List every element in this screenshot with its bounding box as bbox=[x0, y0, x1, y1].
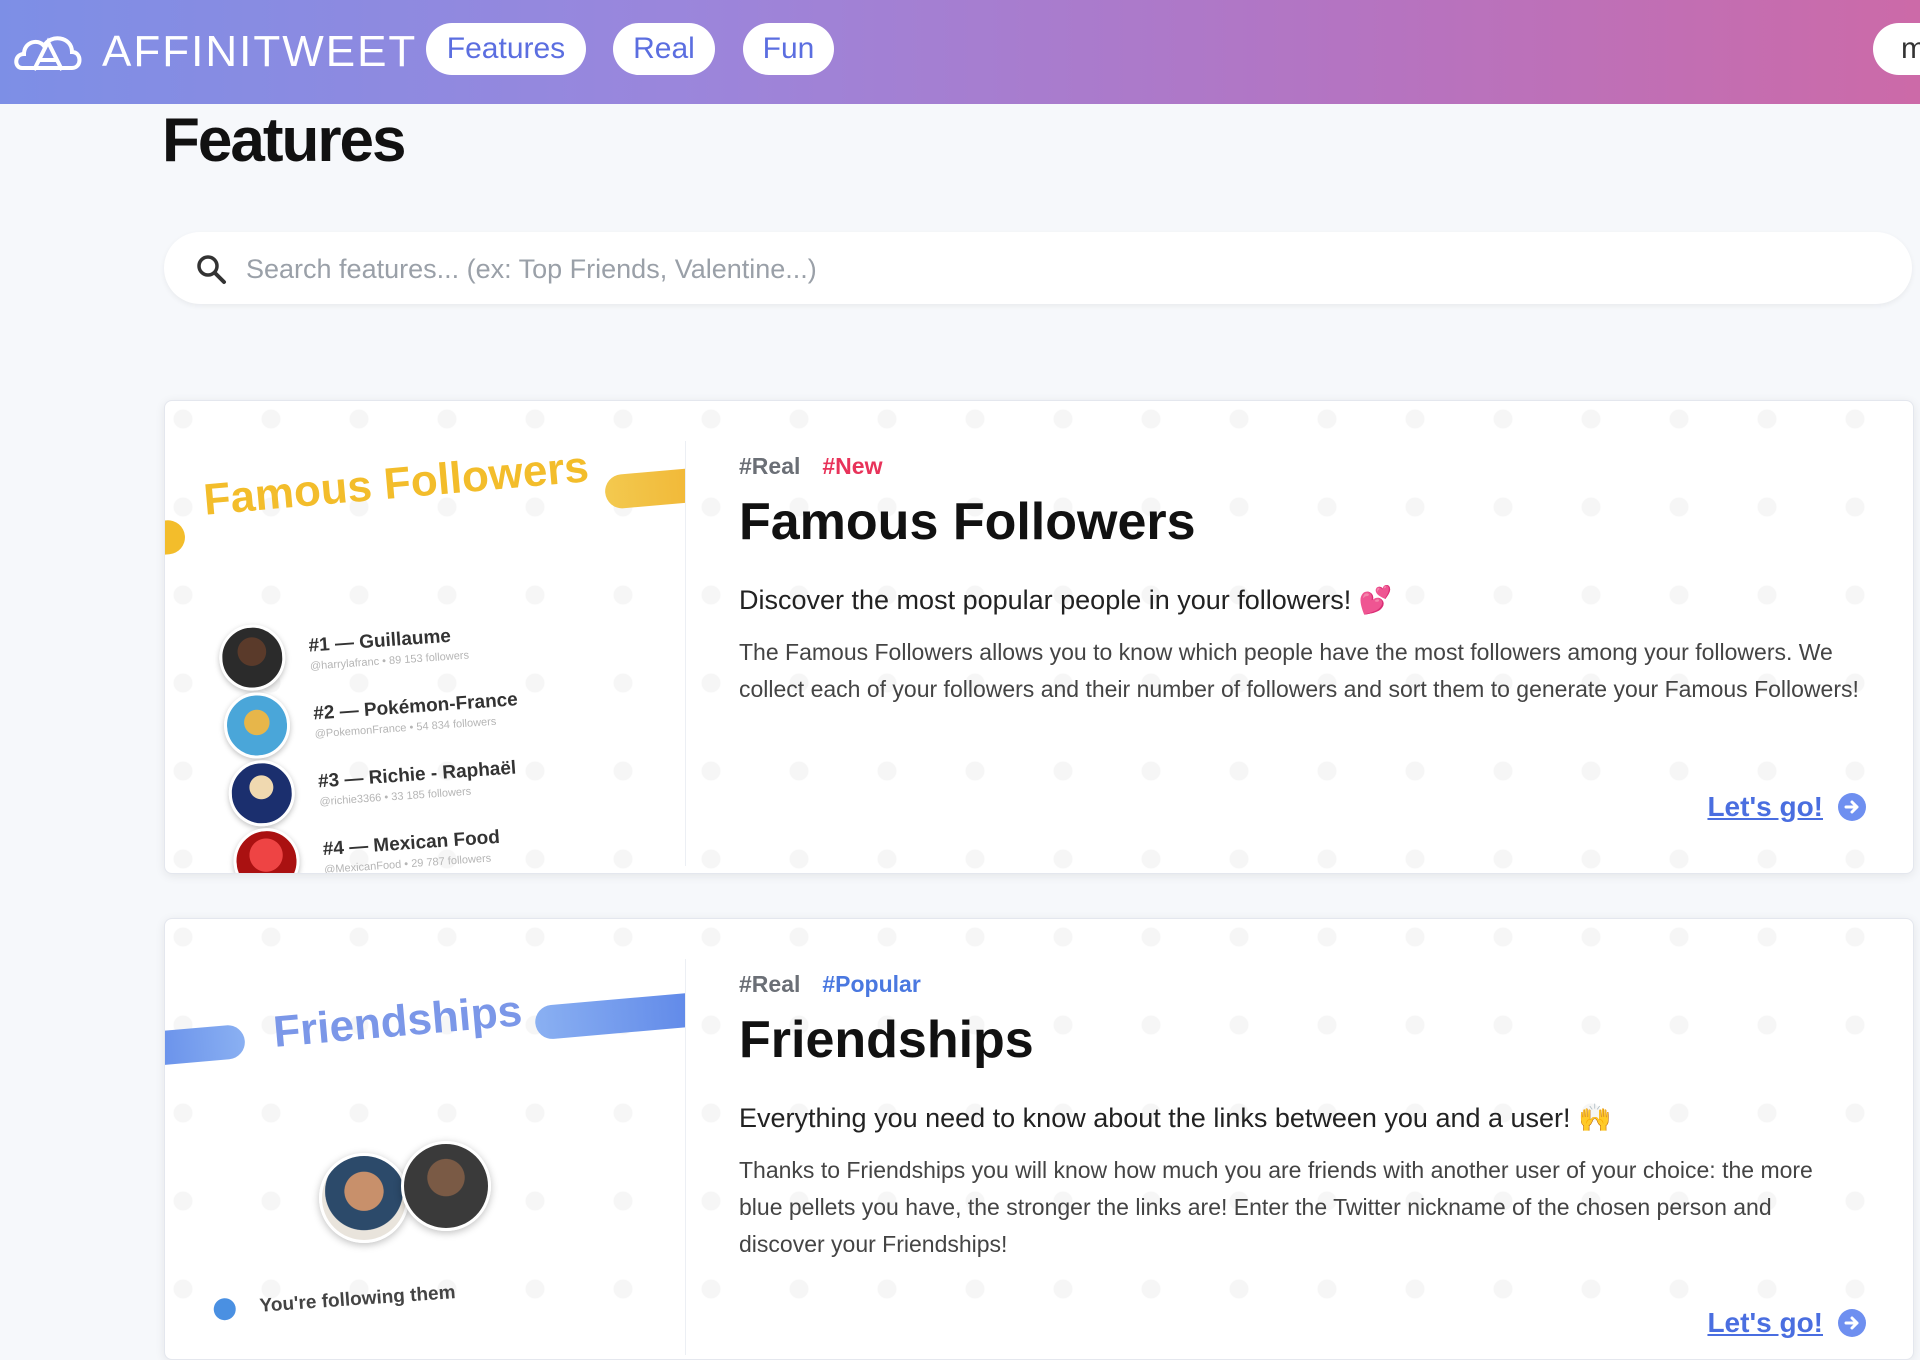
feature-thumbnail: Friendships You're following them bbox=[165, 919, 685, 1359]
nav-features[interactable]: Features bbox=[426, 23, 586, 75]
arrow-right-circle-icon[interactable] bbox=[1837, 1308, 1867, 1338]
feature-description: The Famous Followers allows you to know … bbox=[739, 639, 1859, 702]
feature-subtitle: Discover the most popular people in your… bbox=[739, 585, 1393, 615]
tag-new[interactable]: #New bbox=[822, 453, 882, 480]
search-bar bbox=[164, 232, 1912, 304]
avatar bbox=[231, 825, 302, 873]
divider bbox=[685, 441, 686, 866]
tag-list: #Real #New bbox=[739, 453, 1859, 480]
decor-bar bbox=[533, 991, 685, 1041]
tag-real[interactable]: #Real bbox=[739, 971, 800, 998]
friend-status-text: You're following them bbox=[258, 1282, 457, 1317]
nav-fun[interactable]: Fun bbox=[743, 23, 834, 75]
nav-extra-partial[interactable]: m bbox=[1873, 23, 1920, 75]
avatar bbox=[226, 758, 297, 829]
feature-card-famous-followers[interactable]: Famous Followers #1 — Guillaume @harryla… bbox=[164, 400, 1914, 874]
feature-card-friendships[interactable]: Friendships You're following them #Real … bbox=[164, 918, 1914, 1360]
blue-pellet-icon bbox=[213, 1297, 237, 1321]
top-navbar: AFFINITWEET Features Real Fun m bbox=[0, 0, 1920, 104]
thumbnail-title: Friendships bbox=[271, 986, 524, 1057]
brand-name: AFFINITWEET bbox=[102, 27, 418, 76]
feature-subtitle: Everything you need to know about the li… bbox=[739, 1103, 1612, 1133]
tag-list: #Real #Popular bbox=[739, 971, 1859, 998]
nav-real[interactable]: Real bbox=[613, 23, 715, 75]
avatar bbox=[217, 622, 288, 693]
logo-icon bbox=[14, 36, 82, 71]
tag-popular[interactable]: #Popular bbox=[822, 971, 920, 998]
decor-bar bbox=[165, 1023, 247, 1069]
search-input[interactable] bbox=[244, 242, 1868, 296]
feature-content: #Real #Popular Friendships Everything yo… bbox=[739, 971, 1859, 1263]
feature-thumbnail: Famous Followers #1 — Guillaume @harryla… bbox=[165, 401, 685, 873]
arrow-right-circle-icon[interactable] bbox=[1837, 792, 1867, 822]
lets-go-button[interactable]: Let's go! bbox=[1707, 1307, 1867, 1339]
page-title: Features bbox=[162, 106, 406, 175]
follower-list: #1 — Guillaume @harrylafranc • 89 153 fo… bbox=[217, 605, 530, 873]
tag-real[interactable]: #Real bbox=[739, 453, 800, 480]
search-icon bbox=[197, 255, 226, 284]
feature-description: Thanks to Friendships you will know how … bbox=[739, 1157, 1813, 1257]
feature-title: Famous Followers bbox=[739, 493, 1196, 551]
feature-content: #Real #New Famous Followers Discover the… bbox=[739, 453, 1859, 708]
friend-status: You're following them bbox=[213, 1282, 456, 1321]
decor-bar bbox=[165, 518, 187, 558]
feature-title: Friendships bbox=[739, 1011, 1034, 1069]
decor-bar bbox=[603, 466, 685, 510]
lets-go-link[interactable]: Let's go! bbox=[1707, 791, 1823, 823]
avatar bbox=[221, 690, 293, 761]
divider bbox=[685, 959, 686, 1355]
avatar bbox=[319, 1153, 409, 1243]
lets-go-button[interactable]: Let's go! bbox=[1707, 791, 1867, 823]
lets-go-link[interactable]: Let's go! bbox=[1707, 1307, 1823, 1339]
thumbnail-title: Famous Followers bbox=[201, 442, 591, 525]
avatar bbox=[401, 1141, 491, 1231]
brand[interactable]: AFFINITWEET bbox=[12, 22, 417, 82]
